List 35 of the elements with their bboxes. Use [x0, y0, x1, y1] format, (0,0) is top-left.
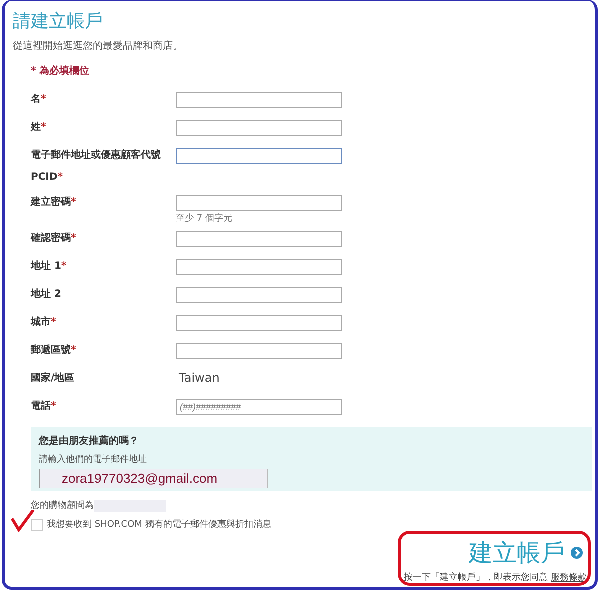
- newsletter-label: 我想要收到 SHOP.COM 獨有的電子郵件優惠與折扣消息: [47, 518, 272, 531]
- referral-prompt: 請輸入他們的電子郵件地址: [39, 454, 148, 466]
- input-field[interactable]: [176, 120, 342, 136]
- input-field[interactable]: [176, 231, 342, 247]
- newsletter-checkbox[interactable]: [31, 518, 43, 530]
- input-field[interactable]: [176, 195, 342, 211]
- hint-text: 至少 7 個字元: [176, 212, 234, 225]
- field-label: 確認密碼*: [31, 232, 78, 246]
- intro-text: 從這裡開始逛逛您的最愛品牌和商店。: [13, 40, 184, 53]
- check-mark-icon: [11, 510, 35, 532]
- input-field[interactable]: [176, 287, 342, 303]
- input-field[interactable]: [176, 343, 342, 359]
- input-field[interactable]: [176, 259, 342, 275]
- field-label: 電子郵件地址或優惠顧客代號 PCID*: [31, 148, 162, 185]
- field-label: 郵遞區號*: [31, 344, 78, 358]
- field-label: 地址 1*: [31, 260, 68, 274]
- input-field[interactable]: (##)#########: [176, 399, 342, 415]
- field-label: 姓*: [31, 120, 48, 135]
- field-label: 地址 2: [31, 288, 62, 302]
- field-label: 國家/地區: [31, 371, 76, 386]
- referral-question: 您是由朋友推薦的嗎？: [39, 434, 140, 448]
- field-label: 名*: [31, 92, 48, 107]
- required-note: * 為必填欄位: [31, 64, 91, 78]
- referral-email-field[interactable]: zora19770323@gmail.com: [39, 469, 268, 488]
- terms-text: 按一下「建立帳戶」，即表示您同意: [404, 572, 548, 584]
- input-field[interactable]: [176, 148, 342, 164]
- input-field[interactable]: [176, 92, 342, 108]
- country-value: Taiwan: [179, 371, 221, 385]
- field-label: 電話*: [31, 400, 58, 414]
- field-label: 建立密碼*: [31, 195, 78, 210]
- terms-link[interactable]: 服務條款: [551, 571, 587, 584]
- input-field[interactable]: [176, 315, 342, 331]
- field-label: 城市*: [31, 315, 58, 330]
- advisor-label: 您的購物顧問為: [31, 500, 94, 512]
- page-title: 請建立帳戶: [13, 10, 104, 34]
